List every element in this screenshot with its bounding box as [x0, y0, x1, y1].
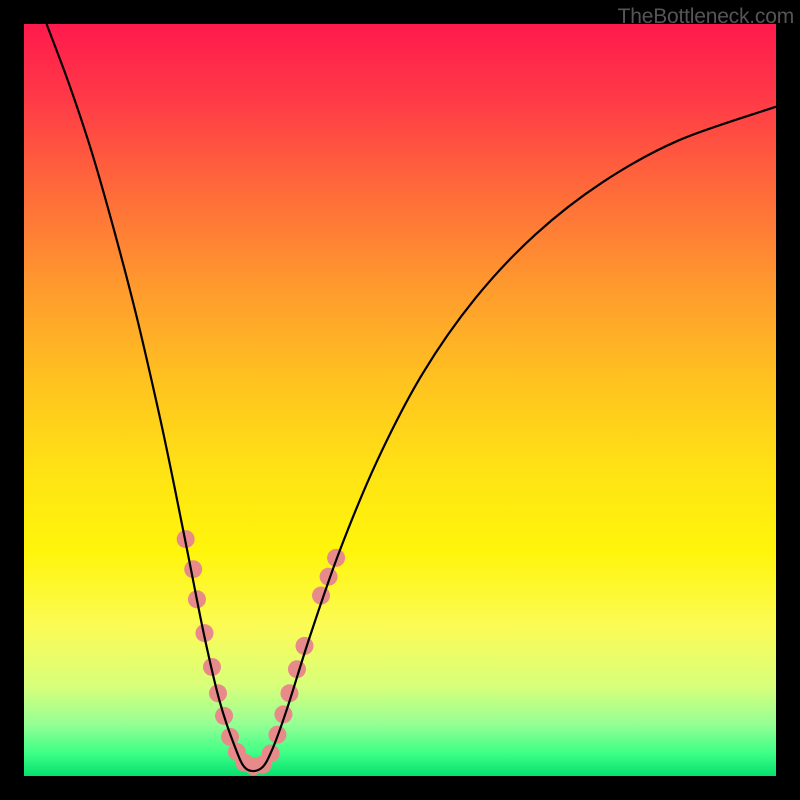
scatter-group: [177, 530, 345, 775]
plot-area: [24, 24, 776, 776]
bottleneck-curve: [47, 24, 776, 771]
curve-layer: [24, 24, 776, 776]
chart-container: TheBottleneck.com: [0, 0, 800, 800]
